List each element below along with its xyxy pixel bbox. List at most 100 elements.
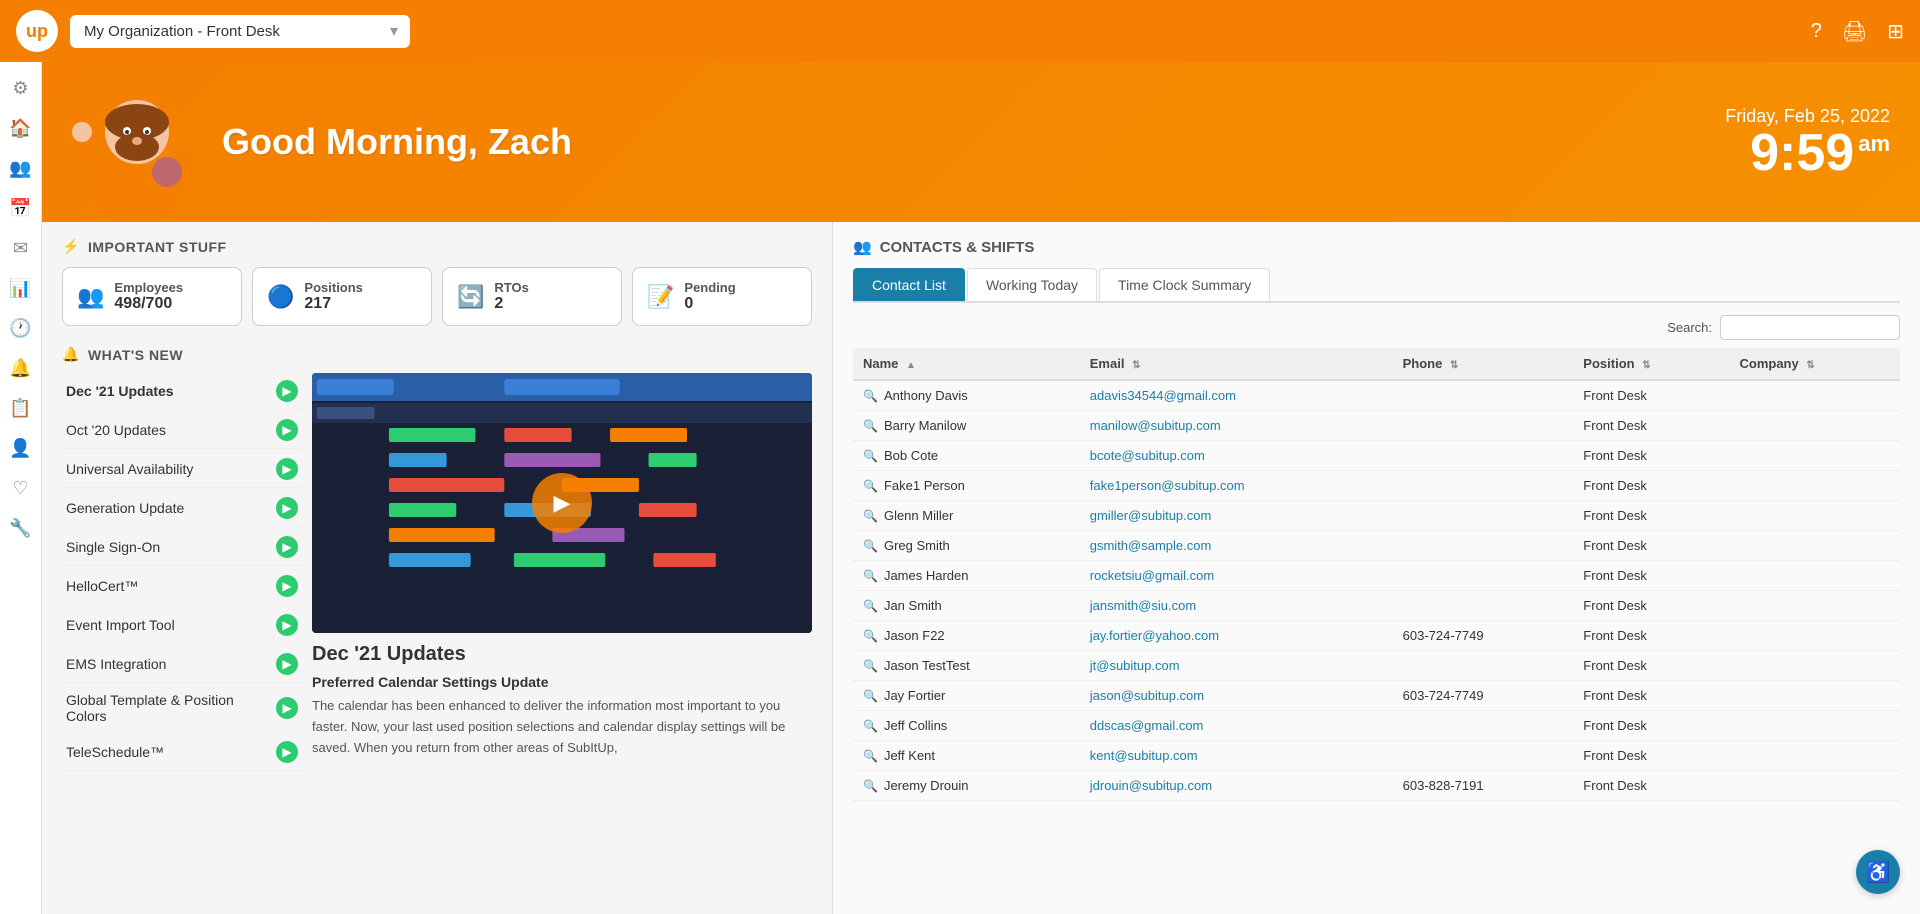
video-thumbnail[interactable]: ▶ [312,373,812,633]
col-position[interactable]: Position ⇅ [1573,348,1729,380]
col-name[interactable]: Name ▲ [853,348,1080,380]
search-input[interactable] [1720,315,1900,340]
cell-email[interactable]: rocketsiu@gmail.com [1080,561,1393,591]
news-item-5[interactable]: HelloCert™ ▶ [62,568,302,605]
org-dropdown[interactable]: My Organization - Front Desk [70,15,410,48]
cell-company [1730,711,1901,741]
cell-email[interactable]: manilow@subitup.com [1080,411,1393,441]
news-item-1[interactable]: Oct '20 Updates ▶ [62,412,302,449]
row-search-icon: 🔍 [863,509,878,523]
news-arrow-3: ▶ [276,497,298,519]
cell-phone [1393,501,1574,531]
sidebar-item-settings[interactable]: ⚙ [3,70,39,106]
video-play-button[interactable]: ▶ [532,473,592,533]
cell-company [1730,471,1901,501]
tab-working-today[interactable]: Working Today [967,268,1097,301]
news-item-4[interactable]: Single Sign-On ▶ [62,529,302,566]
sidebar-item-reports[interactable]: 📊 [3,270,39,306]
stat-employees[interactable]: 👥 Employees 498/700 [62,267,242,326]
accessibility-button[interactable]: ♿ [1856,850,1900,894]
table-row[interactable]: 🔍Jan Smith jansmith@siu.com Front Desk [853,591,1900,621]
sort-name-icon: ▲ [906,360,916,371]
cell-position: Front Desk [1573,471,1729,501]
sort-position-icon: ⇅ [1642,360,1650,371]
table-row[interactable]: 🔍Jason F22 jay.fortier@yahoo.com 603-724… [853,621,1900,651]
grid-icon[interactable]: ⊞ [1887,19,1904,44]
table-row[interactable]: 🔍Greg Smith gsmith@sample.com Front Desk [853,531,1900,561]
tab-time-clock-summary[interactable]: Time Clock Summary [1099,268,1270,301]
col-phone[interactable]: Phone ⇅ [1393,348,1574,380]
table-row[interactable]: 🔍Jason TestTest jt@subitup.com Front Des… [853,651,1900,681]
sidebar-item-config[interactable]: 🔧 [3,510,39,546]
sidebar-item-profile[interactable]: 👤 [3,430,39,466]
print-icon[interactable]: 🖨 [1842,19,1867,44]
contacts-table: Name ▲ Email ⇅ Phone ⇅ Position [853,348,1900,801]
cell-email[interactable]: jdrouin@subitup.com [1080,771,1393,801]
sidebar-item-messages[interactable]: ✉ [3,230,39,266]
table-row[interactable]: 🔍Fake1 Person fake1person@subitup.com Fr… [853,471,1900,501]
stat-pending[interactable]: 📝 Pending 0 [632,267,812,326]
news-item-0[interactable]: Dec '21 Updates ▶ [62,373,302,410]
main-content: ⚡ IMPORTANT STUFF 👥 Employees 498/700 🔵 … [42,222,1920,914]
cell-company [1730,501,1901,531]
cell-email[interactable]: jason@subitup.com [1080,681,1393,711]
row-search-icon: 🔍 [863,419,878,433]
cell-name: 🔍Jeff Kent [853,741,1080,771]
table-row[interactable]: 🔍Bob Cote bcote@subitup.com Front Desk [853,441,1900,471]
cell-email[interactable]: bcote@subitup.com [1080,441,1393,471]
news-item-8[interactable]: Global Template & Position Colors ▶ [62,685,302,732]
sidebar-item-home[interactable]: 🏠 [3,110,39,146]
stats-grid: 👥 Employees 498/700 🔵 Positions 217 🔄 RT… [62,267,812,326]
news-item-3[interactable]: Generation Update ▶ [62,490,302,527]
sidebar-item-calendar[interactable]: 📅 [3,190,39,226]
cell-phone [1393,471,1574,501]
sidebar-item-timeclock[interactable]: 🕐 [3,310,39,346]
important-stuff-header: ⚡ IMPORTANT STUFF [62,238,812,255]
cell-phone: 603-724-7749 [1393,681,1574,711]
cell-email[interactable]: ddscas@gmail.com [1080,711,1393,741]
logo[interactable]: up [16,10,58,52]
tab-contact-list[interactable]: Contact List [853,268,965,301]
cell-email[interactable]: fake1person@subitup.com [1080,471,1393,501]
table-row[interactable]: 🔍Glenn Miller gmiller@subitup.com Front … [853,501,1900,531]
cell-email[interactable]: jay.fortier@yahoo.com [1080,621,1393,651]
cell-phone [1393,591,1574,621]
sidebar-item-favorites[interactable]: ♡ [3,470,39,506]
cell-email[interactable]: gmiller@subitup.com [1080,501,1393,531]
news-item-2[interactable]: Universal Availability ▶ [62,451,302,488]
table-row[interactable]: 🔍Jay Fortier jason@subitup.com 603-724-7… [853,681,1900,711]
sidebar-item-tasks[interactable]: 📋 [3,390,39,426]
sidebar-item-users[interactable]: 👥 [3,150,39,186]
table-row[interactable]: 🔍Anthony Davis adavis34544@gmail.com Fro… [853,380,1900,411]
cell-email[interactable]: jt@subitup.com [1080,651,1393,681]
news-article-panel: ▶ Dec '21 Updates Preferred Calendar Set… [312,373,812,771]
contacts-icon: 👥 [853,238,872,256]
table-row[interactable]: 🔍Jeff Kent kent@subitup.com Front Desk [853,741,1900,771]
table-row[interactable]: 🔍Barry Manilow manilow@subitup.com Front… [853,411,1900,441]
col-email[interactable]: Email ⇅ [1080,348,1393,380]
table-row[interactable]: 🔍Jeremy Drouin jdrouin@subitup.com 603-8… [853,771,1900,801]
cell-name: 🔍Glenn Miller [853,501,1080,531]
cell-email[interactable]: jansmith@siu.com [1080,591,1393,621]
news-arrow-9: ▶ [276,741,298,763]
news-item-7[interactable]: EMS Integration ▶ [62,646,302,683]
news-item-9[interactable]: TeleSchedule™ ▶ [62,734,302,771]
news-item-6[interactable]: Event Import Tool ▶ [62,607,302,644]
col-company[interactable]: Company ⇅ [1730,348,1901,380]
stat-rtos[interactable]: 🔄 RTOs 2 [442,267,622,326]
table-row[interactable]: 🔍James Harden rocketsiu@gmail.com Front … [853,561,1900,591]
row-search-icon: 🔍 [863,749,878,763]
org-selector[interactable]: My Organization - Front Desk [70,15,410,48]
news-list: Dec '21 Updates ▶ Oct '20 Updates ▶ Univ… [62,373,302,771]
cell-email[interactable]: adavis34544@gmail.com [1080,380,1393,411]
cell-email[interactable]: gsmith@sample.com [1080,531,1393,561]
cell-position: Front Desk [1573,741,1729,771]
row-search-icon: 🔍 [863,779,878,793]
cell-email[interactable]: kent@subitup.com [1080,741,1393,771]
help-icon[interactable]: ? [1811,20,1822,43]
table-row[interactable]: 🔍Jeff Collins ddscas@gmail.com Front Des… [853,711,1900,741]
contacts-table-scroll[interactable]: Name ▲ Email ⇅ Phone ⇅ Position [853,348,1900,801]
sidebar-item-notifications[interactable]: 🔔 [3,350,39,386]
hero-greeting: Good Morning, Zach [222,121,1725,163]
stat-positions[interactable]: 🔵 Positions 217 [252,267,432,326]
